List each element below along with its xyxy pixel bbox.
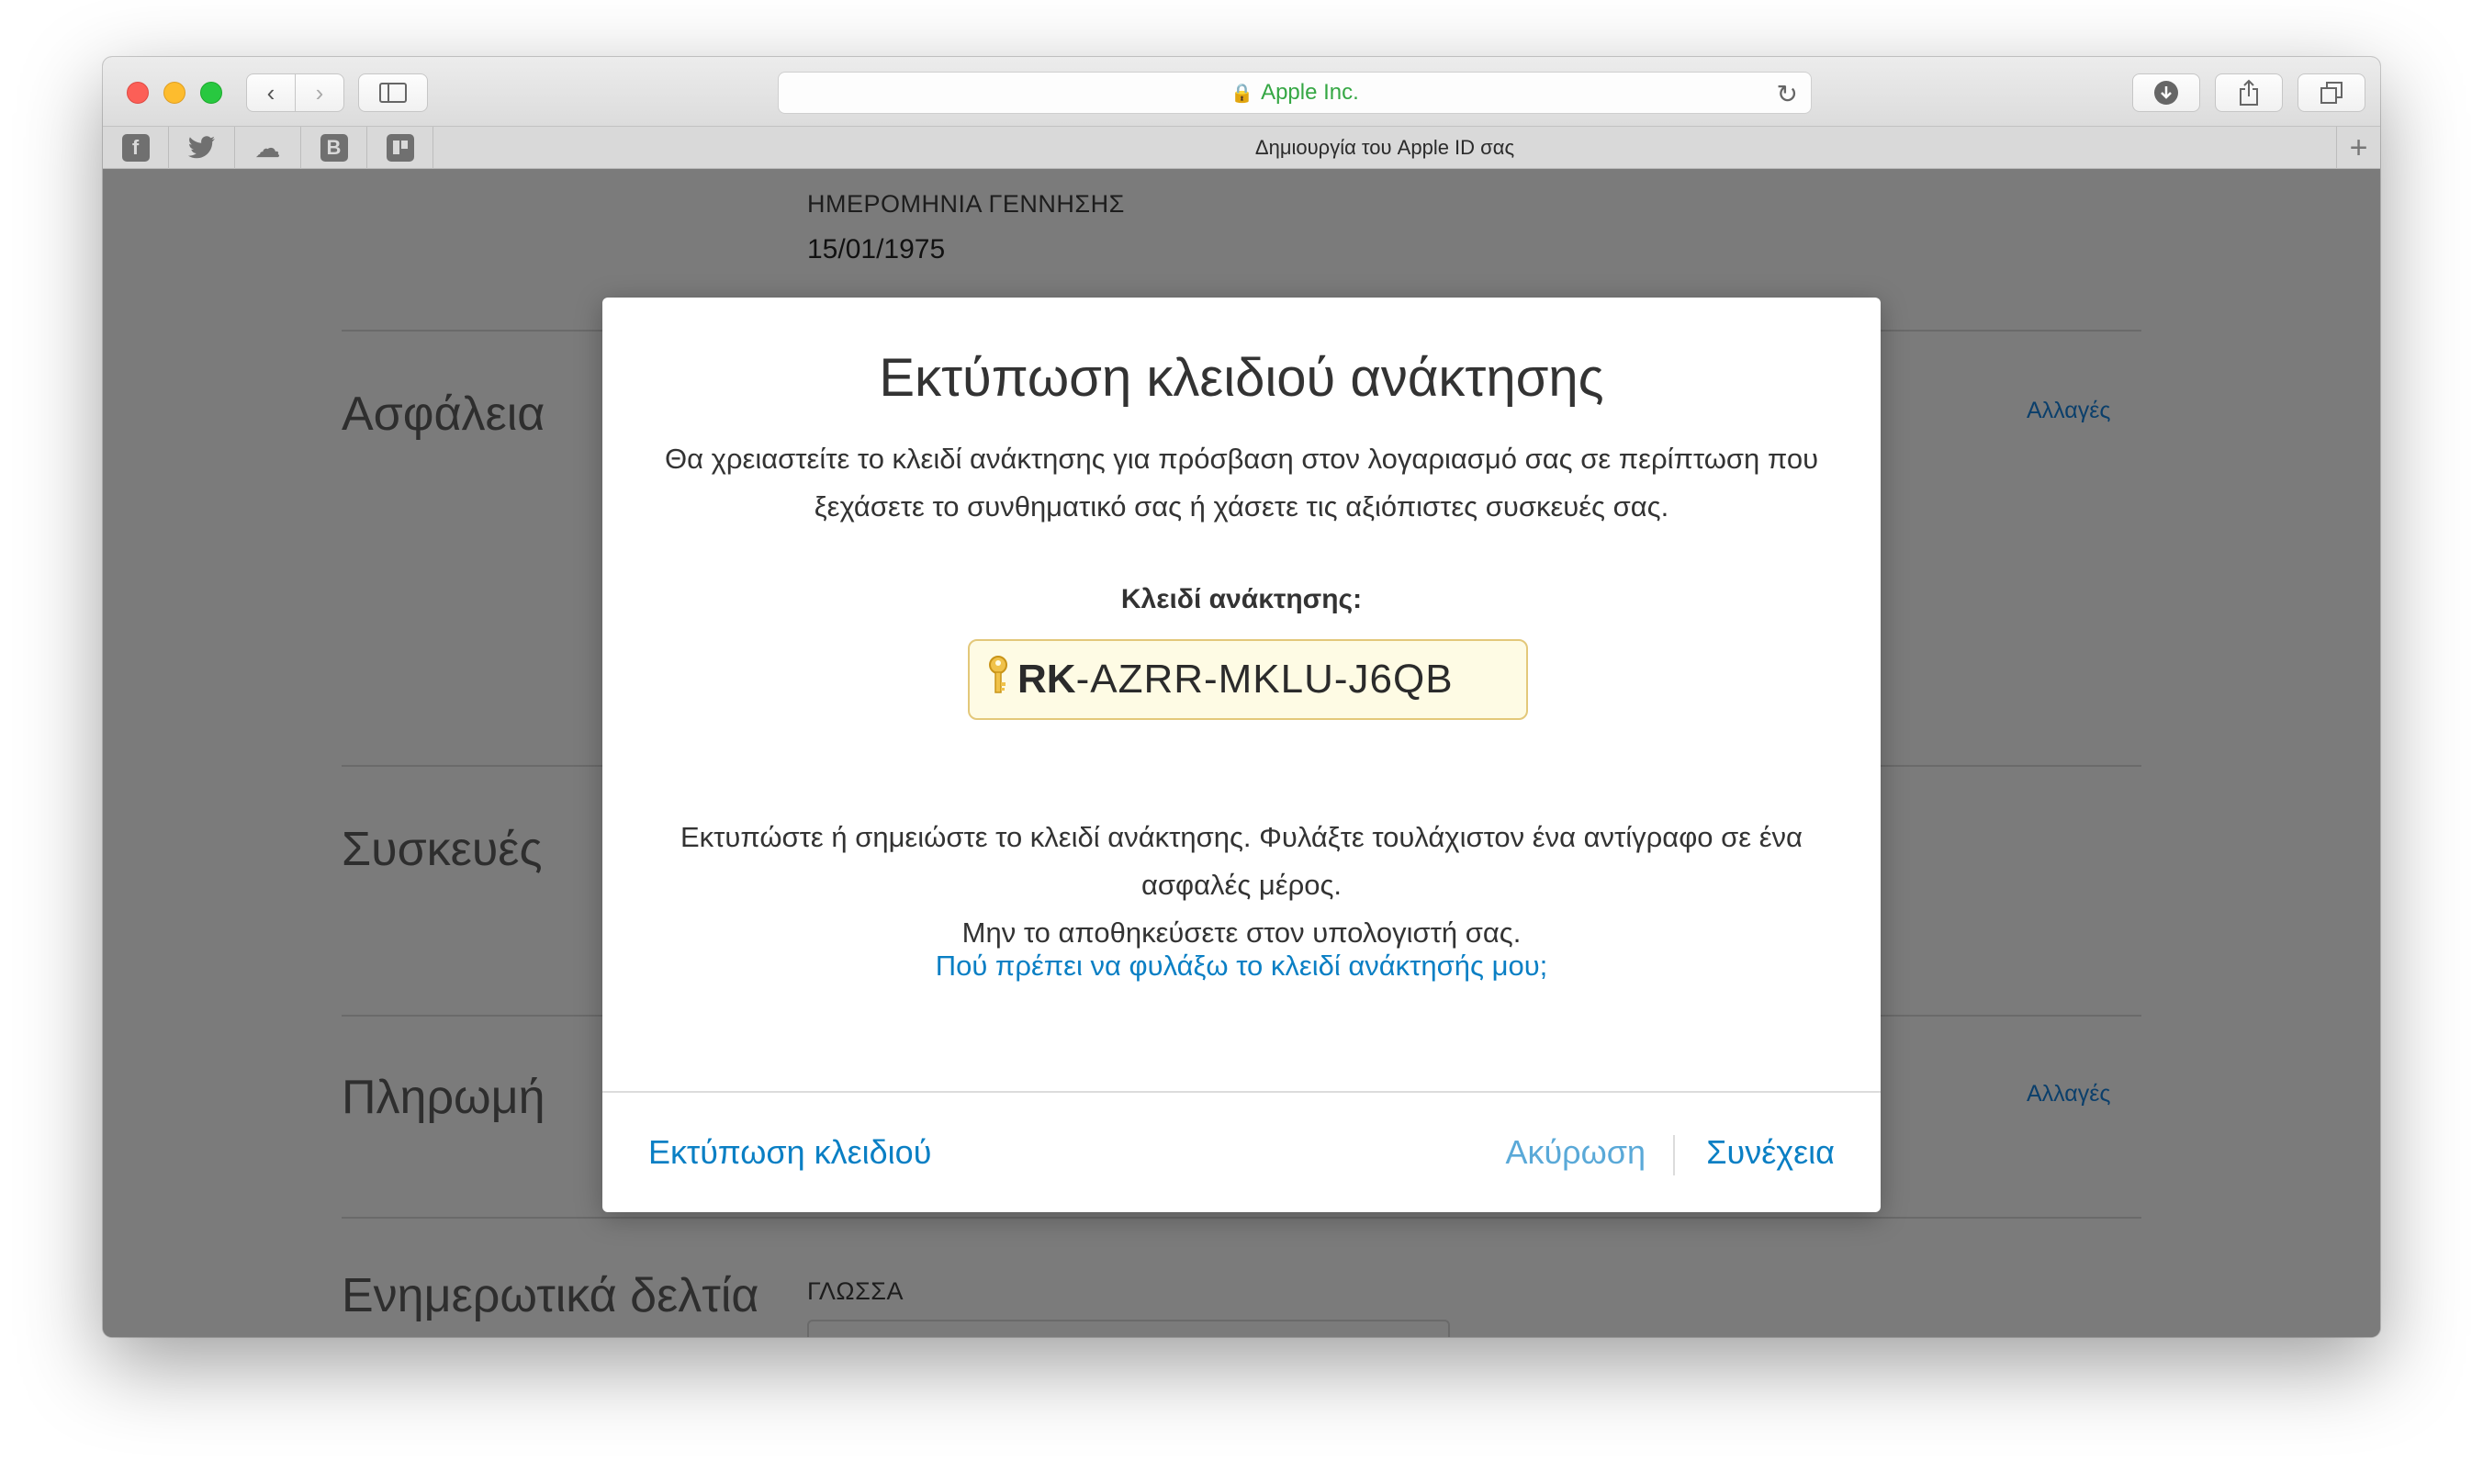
- continue-button[interactable]: Συνέχεια: [1706, 1133, 1835, 1172]
- recovery-key-label: Κλειδί ανάκτησης:: [1120, 584, 1363, 614]
- chevron-right-icon: ›: [315, 78, 324, 107]
- chevron-left-icon: ‹: [266, 78, 275, 107]
- key-icon: [986, 655, 1010, 705]
- cloud-icon: ☁: [254, 133, 281, 163]
- cancel-button[interactable]: Ακύρωση: [1505, 1133, 1646, 1172]
- where-to-keep-key-link[interactable]: Πού πρέπει να φυλάξω το κλειδί ανάκτησής…: [602, 950, 1881, 983]
- dialog-instructions: Εκτυπώστε ή σημειώστε το κλειδί ανάκτηση…: [657, 814, 1826, 957]
- birthdate-label: ΗΜΕΡΟΜΗΝΙΑ ΓΕΝΝΗΣΗΣ: [807, 190, 1125, 218]
- tab-active[interactable]: Δημιουργία του Apple ID σας: [433, 127, 2336, 169]
- close-window-button[interactable]: [127, 82, 149, 104]
- minimize-window-button[interactable]: [163, 82, 185, 104]
- favorite-facebook[interactable]: f: [103, 127, 169, 169]
- new-tab-button[interactable]: +: [2336, 127, 2380, 169]
- lock-icon: 🔒: [1230, 83, 1254, 104]
- language-label: ΓΛΩΣΣΑ: [807, 1277, 904, 1305]
- security-heading: Ασφάλεια: [342, 388, 545, 441]
- tabs-overview-icon: [2320, 82, 2343, 104]
- recovery-key-value: -AZRR-MKLU-J6QB: [1075, 657, 1454, 702]
- language-select[interactable]: [807, 1320, 1450, 1337]
- dialog-title: Εκτύπωση κλειδιού ανάκτησης: [879, 348, 1604, 408]
- favorite-trello[interactable]: [367, 127, 433, 169]
- devices-heading: Συσκευές: [342, 823, 543, 876]
- twitter-icon: [187, 134, 216, 162]
- recovery-key-prefix: RK: [1017, 657, 1076, 702]
- address-text: Apple Inc.: [1261, 80, 1359, 105]
- dialog-footer: Εκτύπωση κλειδιού Ακύρωση Συνέχεια: [602, 1091, 1881, 1212]
- instructions-line-1: Εκτυπώστε ή σημειώστε το κλειδί ανάκτηση…: [680, 821, 1803, 901]
- back-button[interactable]: ‹: [246, 73, 296, 112]
- footer-divider: [1673, 1135, 1675, 1175]
- payment-heading: Πληρωμή: [342, 1071, 545, 1124]
- instructions-line-2: Μην το αποθηκεύσετε στον υπολογιστή σας.: [961, 916, 1522, 949]
- recovery-key-dialog: Εκτύπωση κλειδιού ανάκτησης Θα χρειαστεί…: [602, 298, 1881, 1212]
- favorite-vk[interactable]: B: [301, 127, 367, 169]
- download-icon: [2154, 81, 2178, 105]
- trello-icon: [386, 134, 414, 162]
- favorite-icloud[interactable]: ☁: [235, 127, 301, 169]
- forward-button[interactable]: ›: [295, 73, 344, 112]
- favorite-twitter[interactable]: [169, 127, 235, 169]
- facebook-icon: f: [121, 134, 150, 162]
- browser-toolbar: ‹ › 🔒 Apple Inc. ↻: [103, 57, 2380, 127]
- downloads-button[interactable]: [2132, 73, 2200, 112]
- sidebar-toggle-button[interactable]: [358, 73, 428, 112]
- newsletters-heading: Ενημερωτικά δελτία: [342, 1269, 759, 1322]
- payment-changes-link[interactable]: Αλλαγές: [2027, 1081, 2110, 1107]
- sidebar-icon: [379, 83, 407, 103]
- plus-icon: +: [2349, 129, 2368, 165]
- dialog-intro-text: Θα χρειαστείτε το κλειδί ανάκτησης για π…: [664, 443, 1819, 523]
- recovery-key-field: RK -AZRR-MKLU-J6QB: [968, 639, 1528, 720]
- maximize-window-button[interactable]: [200, 82, 222, 104]
- security-changes-link[interactable]: Αλλαγές: [2027, 398, 2110, 424]
- reload-icon[interactable]: ↻: [1777, 79, 1798, 109]
- address-bar[interactable]: 🔒 Apple Inc. ↻: [778, 72, 1812, 114]
- share-icon: [2240, 79, 2258, 106]
- print-key-button[interactable]: Εκτύπωση κλειδιού: [648, 1133, 931, 1172]
- favorites-tab-bar: f ☁ B Δημιουργία του Apple ID σας +: [103, 127, 2380, 169]
- birthdate-value: 15/01/1975: [807, 234, 946, 264]
- share-button[interactable]: [2215, 73, 2283, 112]
- show-tabs-button[interactable]: [2298, 73, 2365, 112]
- browser-window: ‹ › 🔒 Apple Inc. ↻ f ☁ B Δημιουργία του …: [103, 57, 2380, 1337]
- vk-icon: B: [320, 134, 348, 162]
- section-divider: [342, 1217, 2141, 1219]
